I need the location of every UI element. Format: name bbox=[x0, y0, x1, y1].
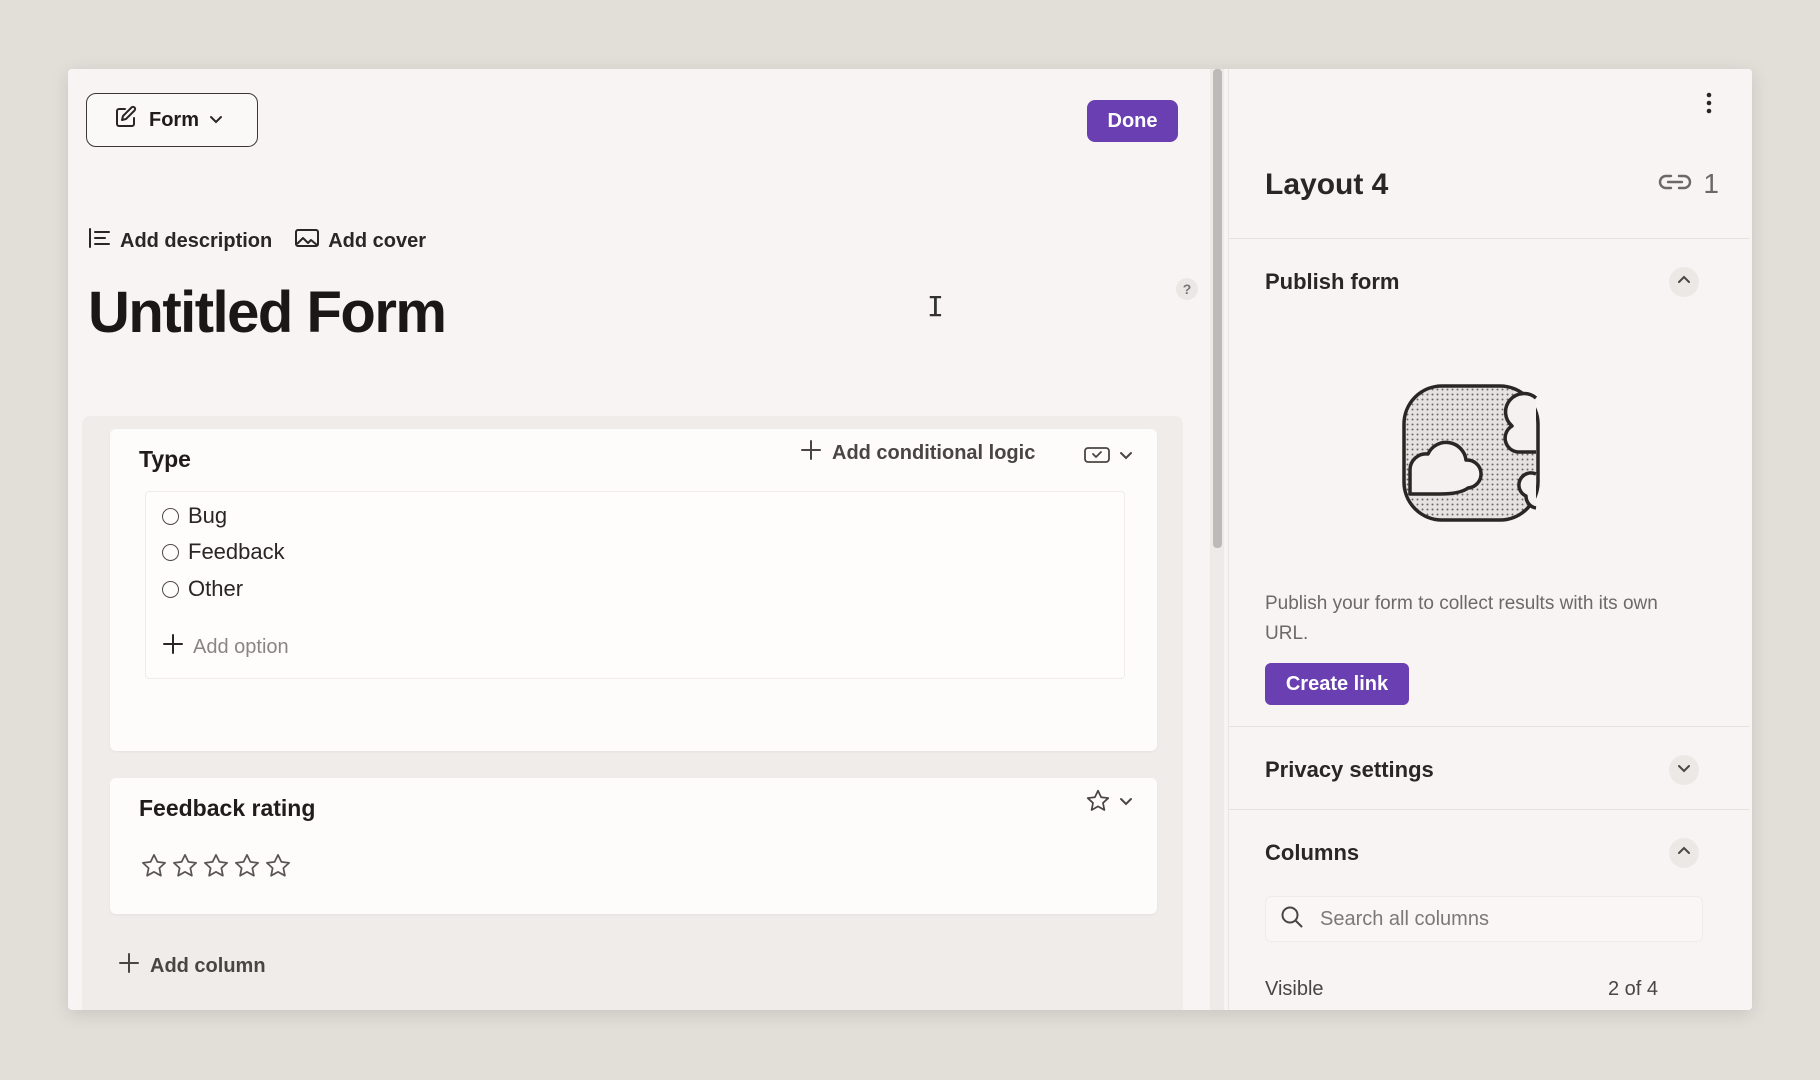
visible-columns-label: Visible bbox=[1265, 978, 1324, 1000]
divider bbox=[1229, 726, 1749, 727]
single-select-type-icon bbox=[1083, 445, 1111, 470]
chevron-down-icon bbox=[1119, 448, 1133, 467]
search-icon bbox=[1280, 905, 1304, 934]
question-title[interactable]: Feedback rating bbox=[139, 795, 315, 822]
add-description-button[interactable]: Add description bbox=[88, 227, 272, 255]
expand-privacy-button[interactable] bbox=[1669, 755, 1699, 785]
add-column-label: Add column bbox=[150, 954, 266, 977]
column-search[interactable] bbox=[1265, 896, 1703, 942]
shared-links-indicator[interactable]: 1 bbox=[1657, 168, 1719, 200]
rating-star-icon[interactable] bbox=[202, 852, 230, 885]
add-cover-button[interactable]: Add cover bbox=[294, 227, 426, 255]
layout-title: Layout 4 bbox=[1265, 168, 1389, 201]
option-feedback[interactable]: Feedback bbox=[162, 539, 285, 565]
option-bug[interactable]: Bug bbox=[162, 503, 227, 529]
plus-icon bbox=[800, 439, 822, 467]
star-rating-input[interactable] bbox=[140, 852, 292, 885]
add-column-button[interactable]: Add column bbox=[118, 952, 266, 980]
columns-section-title[interactable]: Columns bbox=[1265, 840, 1359, 866]
radio-button[interactable] bbox=[162, 543, 179, 561]
question-card-feedback-rating[interactable]: Feedback rating bbox=[110, 778, 1157, 914]
publish-description: Publish your form to collect results wit… bbox=[1265, 593, 1658, 644]
form-view-menu-label: Form bbox=[149, 108, 199, 131]
rating-star-icon[interactable] bbox=[264, 852, 292, 885]
app-window: Form Done Add description Add cover Unti… bbox=[68, 69, 1752, 1010]
form-edit-icon bbox=[113, 104, 139, 136]
add-description-label: Add description bbox=[120, 229, 273, 252]
rating-star-icon[interactable] bbox=[140, 852, 168, 885]
image-icon bbox=[294, 227, 320, 255]
link-icon bbox=[1657, 168, 1693, 200]
chevron-up-icon bbox=[1677, 273, 1691, 292]
rating-star-icon[interactable] bbox=[233, 852, 261, 885]
visible-columns-count: 2 of 4 bbox=[1608, 978, 1659, 1000]
question-card-type[interactable]: Type Add conditional logic Bug Feedback … bbox=[110, 429, 1157, 751]
plus-icon bbox=[162, 633, 184, 661]
questions-canvas: Type Add conditional logic Bug Feedback … bbox=[82, 416, 1183, 1010]
chevron-up-icon bbox=[1677, 844, 1691, 863]
divider bbox=[1229, 809, 1749, 810]
done-button[interactable]: Done bbox=[1087, 100, 1178, 142]
text-cursor-icon: I bbox=[927, 290, 944, 323]
add-option-label: Add option bbox=[193, 635, 289, 658]
option-other[interactable]: Other bbox=[162, 576, 243, 602]
link-count: 1 bbox=[1703, 168, 1719, 199]
radio-button[interactable] bbox=[162, 507, 179, 525]
search-columns-input[interactable] bbox=[1318, 906, 1682, 932]
form-meta-actions: Add description Add cover bbox=[88, 227, 426, 255]
radio-button[interactable] bbox=[162, 580, 179, 598]
plus-icon bbox=[118, 952, 140, 980]
question-title[interactable]: Type bbox=[139, 446, 191, 473]
chevron-down-icon bbox=[209, 109, 223, 132]
collapse-publish-button[interactable] bbox=[1669, 267, 1699, 297]
form-title[interactable]: Untitled Form bbox=[88, 279, 447, 346]
help-icon[interactable]: ? bbox=[1176, 278, 1198, 300]
kebab-icon[interactable] bbox=[1705, 91, 1713, 120]
rating-star-icon[interactable] bbox=[171, 852, 199, 885]
add-conditional-logic-button[interactable]: Add conditional logic bbox=[800, 439, 1035, 467]
form-view-menu-button[interactable]: Form bbox=[86, 93, 258, 147]
collapse-columns-button[interactable] bbox=[1669, 838, 1699, 868]
description-icon bbox=[88, 227, 112, 255]
star-icon bbox=[1085, 788, 1111, 819]
chevron-down-icon bbox=[1677, 761, 1691, 780]
add-cover-label: Add cover bbox=[328, 229, 427, 252]
add-conditional-logic-label: Add conditional logic bbox=[832, 441, 1036, 464]
option-label: Other bbox=[188, 576, 244, 601]
scrollbar-thumb[interactable] bbox=[1213, 69, 1222, 548]
chevron-down-icon bbox=[1119, 794, 1133, 813]
option-label: Feedback bbox=[188, 539, 285, 564]
add-option-button[interactable]: Add option bbox=[162, 633, 289, 661]
privacy-settings-section-title[interactable]: Privacy settings bbox=[1265, 757, 1434, 783]
options-list: Bug Feedback Other Add option bbox=[145, 491, 1125, 679]
create-link-button[interactable]: Create link bbox=[1265, 663, 1409, 705]
layout-sidebar: Layout 4 1 Publish form Publish your for… bbox=[1228, 69, 1752, 1010]
publish-form-section-title[interactable]: Publish form bbox=[1265, 269, 1399, 295]
option-label: Bug bbox=[188, 503, 228, 528]
form-editor: Form Done Add description Add cover Unti… bbox=[68, 69, 1224, 1010]
divider bbox=[1229, 238, 1749, 239]
publish-illustration bbox=[1400, 382, 1542, 529]
question-type-picker[interactable] bbox=[1083, 445, 1133, 470]
question-type-picker[interactable] bbox=[1085, 788, 1133, 819]
